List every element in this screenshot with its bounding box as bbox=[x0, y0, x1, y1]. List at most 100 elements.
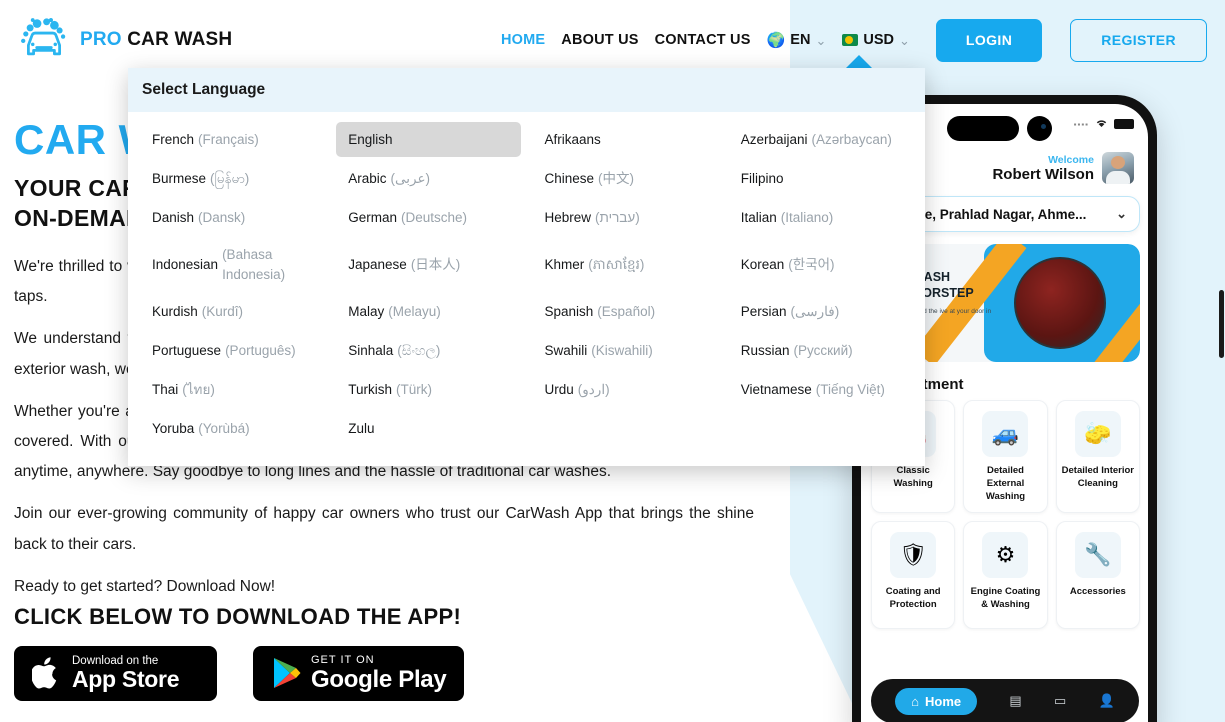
language-option-chinese[interactable]: Chinese (中文) bbox=[533, 161, 717, 196]
language-option-native: (Français) bbox=[198, 131, 259, 147]
language-option-thai[interactable]: Thai (ไทย) bbox=[140, 372, 324, 407]
scrollbar-thumb[interactable] bbox=[1219, 290, 1224, 358]
scrollbar-track[interactable] bbox=[1217, 0, 1225, 722]
language-option-english[interactable]: English bbox=[336, 122, 521, 157]
language-option-urdu[interactable]: Urdu (اردو) bbox=[533, 372, 717, 407]
nav-item-about-us[interactable]: ABOUT US bbox=[561, 32, 638, 48]
phone-notch bbox=[946, 116, 1019, 141]
language-option-persian[interactable]: Persian (فارسی) bbox=[729, 294, 913, 329]
language-option-native: (Bahasa Indonesia) bbox=[222, 247, 286, 282]
service-label: Detailed External Washing bbox=[985, 465, 1026, 502]
language-option-native: (اردو) bbox=[577, 381, 610, 397]
language-option-hebrew[interactable]: Hebrew (עברית) bbox=[533, 200, 717, 235]
google-play-small-label: GET IT ON bbox=[311, 654, 375, 666]
language-option-name: German bbox=[348, 209, 398, 225]
language-option-yoruba[interactable]: Yoruba (Yorùbá) bbox=[140, 411, 324, 446]
language-option-name: Korean bbox=[740, 256, 785, 272]
language-option-native: (Kurdî) bbox=[201, 303, 244, 319]
language-option-native: (Tiếng Việt) bbox=[815, 381, 885, 397]
language-selector[interactable]: 🌍 EN ⌄ bbox=[767, 32, 827, 48]
language-option-name: Sinhala bbox=[348, 342, 394, 358]
language-option-name: Azerbaijani bbox=[740, 131, 808, 147]
tab-orders[interactable]: ▤ bbox=[1009, 693, 1021, 709]
language-option-indonesian[interactable]: Indonesian (Bahasa Indonesia) bbox=[140, 239, 324, 290]
language-option-name: Yoruba bbox=[152, 420, 195, 436]
language-option-spanish[interactable]: Spanish (Español) bbox=[533, 294, 717, 329]
avatar[interactable] bbox=[1102, 152, 1134, 184]
language-option-burmese[interactable]: Burmese (မြန်မာ) bbox=[140, 161, 324, 196]
language-option-azerbaijani[interactable]: Azerbaijani (Azərbaycan) bbox=[729, 122, 913, 157]
phone-status-bar: ▪▪▪▪ bbox=[1074, 118, 1134, 130]
language-option-name: Danish bbox=[152, 209, 195, 225]
language-option-name: Portuguese bbox=[152, 342, 222, 358]
language-option-afrikaans[interactable]: Afrikaans bbox=[533, 122, 717, 157]
language-option-japanese[interactable]: Japanese (日本人) bbox=[336, 239, 520, 290]
accessories-icon: 🔧 bbox=[1074, 532, 1121, 579]
service-label: Coating and Protection bbox=[885, 586, 941, 611]
language-panel-title: Select Language bbox=[128, 68, 925, 112]
language-option-arabic[interactable]: Arabic (عربى) bbox=[336, 161, 520, 196]
service-card-engine-coating-washing[interactable]: ⚙ Engine Coating & Washing bbox=[963, 521, 1048, 630]
language-option-name: English bbox=[348, 131, 393, 147]
nav-item-home[interactable]: HOME bbox=[501, 32, 545, 48]
tab-wallet[interactable]: ▭ bbox=[1054, 693, 1066, 709]
language-option-name: Afrikaans bbox=[544, 131, 601, 147]
language-option-native: (Русский) bbox=[793, 342, 853, 358]
language-option-native: (中文) bbox=[598, 170, 635, 186]
language-option-name: Filipino bbox=[740, 170, 784, 186]
language-option-filipino[interactable]: Filipino bbox=[729, 161, 913, 196]
currency-selector[interactable]: USD ⌄ bbox=[842, 32, 910, 48]
language-option-turkish[interactable]: Turkish (Türk) bbox=[336, 372, 520, 407]
language-option-name: Burmese bbox=[152, 170, 207, 186]
service-card-detailed-external-washing[interactable]: 🚙 Detailed External Washing bbox=[963, 400, 1048, 514]
language-option-khmer[interactable]: Khmer (ភាសាខ្មែរ) bbox=[533, 239, 717, 290]
user-name: Robert Wilson bbox=[992, 165, 1094, 183]
tab-home[interactable]: ⌂ Home bbox=[895, 687, 978, 715]
phone-welcome-row: Welcome Robert Wilson bbox=[992, 152, 1134, 184]
language-option-native: (ไทย) bbox=[182, 381, 215, 397]
language-option-swahili[interactable]: Swahili (Kiswahili) bbox=[533, 333, 717, 368]
language-option-russian[interactable]: Russian (Русский) bbox=[729, 333, 913, 368]
globe-icon: 🌍 bbox=[766, 31, 786, 49]
chevron-down-icon: ⌄ bbox=[898, 33, 910, 48]
tab-profile[interactable]: 👤 bbox=[1099, 693, 1115, 709]
language-option-danish[interactable]: Danish (Dansk) bbox=[140, 200, 324, 235]
language-option-name: Thai bbox=[152, 381, 179, 397]
app-store-button[interactable]: Download on the App Store bbox=[14, 646, 217, 701]
language-option-sinhala[interactable]: Sinhala (සිංහල) bbox=[336, 333, 520, 368]
language-option-zulu[interactable]: Zulu bbox=[336, 411, 520, 446]
service-card-accessories[interactable]: 🔧 Accessories bbox=[1055, 521, 1140, 630]
language-option-french[interactable]: French (Français) bbox=[140, 122, 324, 157]
download-heading: CLICK BELOW TO DOWNLOAD THE APP! bbox=[14, 604, 462, 629]
wallet-icon: ▭ bbox=[1054, 693, 1067, 708]
language-option-german[interactable]: German (Deutsche) bbox=[336, 200, 520, 235]
language-option-native: (Italiano) bbox=[780, 209, 834, 225]
service-label: Accessories bbox=[1069, 586, 1126, 598]
nav-item-contact-us[interactable]: CONTACT US bbox=[655, 32, 751, 48]
language-dropdown-panel: Select Language French (Français) English A… bbox=[128, 68, 925, 467]
brand-logo-group[interactable]: PRO CAR WASH bbox=[18, 17, 232, 63]
language-option-native: (Português) bbox=[225, 342, 296, 358]
language-option-native: (日本人) bbox=[410, 256, 461, 272]
language-option-malay[interactable]: Malay (Melayu) bbox=[336, 294, 520, 329]
login-button[interactable]: LOGIN bbox=[935, 18, 1043, 62]
language-option-italian[interactable]: Italian (Italiano) bbox=[729, 200, 913, 235]
language-option-vietnamese[interactable]: Vietnamese (Tiếng Việt) bbox=[729, 372, 913, 407]
language-option-portuguese[interactable]: Portuguese (Português) bbox=[140, 333, 324, 368]
google-play-button[interactable]: GET IT ON Google Play bbox=[253, 646, 465, 701]
language-option-name: Hebrew bbox=[544, 209, 592, 225]
language-option-name: Vietnamese bbox=[740, 381, 812, 397]
language-option-name: Italian bbox=[740, 209, 777, 225]
language-option-native: (Dansk) bbox=[198, 209, 246, 225]
service-card-detailed-interior-cleaning[interactable]: 🧽 Detailed Interior Cleaning bbox=[1055, 400, 1140, 514]
language-option-native: (한국어) bbox=[788, 256, 835, 272]
language-option-kurdish[interactable]: Kurdish (Kurdî) bbox=[140, 294, 324, 329]
service-card-coating-and-protection[interactable]: 🛡 Coating and Protection bbox=[871, 521, 956, 630]
language-option-name: Turkish bbox=[348, 381, 393, 397]
hero-paragraph-4: Join our ever-growing community of happy… bbox=[14, 505, 754, 553]
register-button[interactable]: REGISTER bbox=[1070, 18, 1207, 62]
currency-selector-label: USD bbox=[863, 32, 894, 48]
page-root: PRO CAR WASH HOME ABOUT US CONTACT US 🌍 … bbox=[0, 0, 1225, 722]
engine-coating-washing-icon: ⚙ bbox=[982, 532, 1029, 579]
language-option-korean[interactable]: Korean (한국어) bbox=[729, 239, 913, 290]
